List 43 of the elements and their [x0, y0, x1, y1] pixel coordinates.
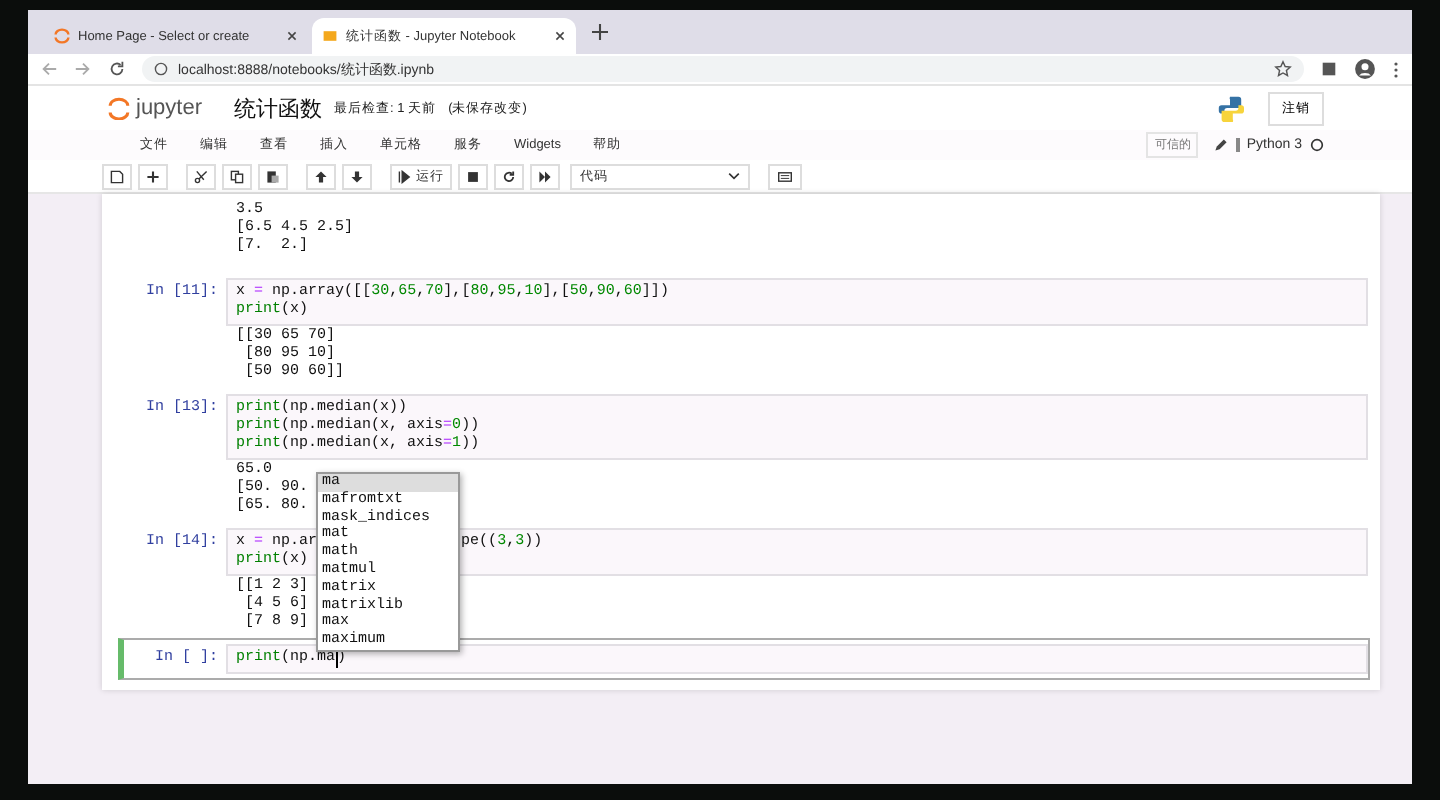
paste-button[interactable]	[258, 163, 288, 189]
reload-icon	[502, 169, 516, 183]
copy-icon	[230, 169, 244, 183]
step-icon	[398, 169, 412, 183]
move-down-button[interactable]	[342, 163, 372, 189]
move-up-button[interactable]	[306, 163, 336, 189]
plus-icon	[146, 169, 160, 183]
tab-favicon-icon	[322, 28, 338, 44]
plus-icon	[592, 24, 608, 40]
jupyter-logo-icon	[108, 96, 130, 120]
back-icon	[40, 60, 58, 78]
chevron-down-icon	[728, 170, 740, 182]
kernel-idle-icon	[1310, 138, 1324, 152]
reload-icon	[108, 60, 126, 78]
save-button[interactable]	[102, 163, 132, 189]
stop-button[interactable]	[458, 163, 488, 189]
stop-icon	[466, 169, 480, 183]
more-icon	[1392, 59, 1400, 79]
save-icon	[110, 169, 124, 183]
arrow-down-icon	[350, 169, 364, 183]
close-icon	[554, 30, 566, 42]
info-icon	[154, 62, 168, 76]
clipboard-icon	[266, 169, 280, 183]
keyboard-icon	[776, 169, 794, 183]
python-logo-icon	[1216, 94, 1244, 122]
arrow-up-icon	[314, 169, 328, 183]
copy-button[interactable]	[222, 163, 252, 189]
command-palette-button[interactable]	[768, 163, 802, 189]
fast-forward-icon	[538, 169, 552, 183]
run-all-button[interactable]	[530, 163, 560, 189]
restart-button[interactable]	[494, 163, 524, 189]
extension-icon	[1320, 60, 1338, 78]
tab-favicon-icon	[54, 28, 70, 44]
star-icon	[1274, 60, 1292, 78]
forward-icon	[74, 60, 92, 78]
pencil-icon	[1214, 138, 1229, 152]
insert-cell-button[interactable]	[138, 163, 168, 189]
logo-text: jupyter	[136, 96, 203, 120]
close-icon	[286, 30, 298, 42]
notebook-title[interactable]: 统计函数	[234, 93, 323, 123]
scissors-icon	[194, 169, 208, 183]
cut-button[interactable]	[186, 163, 216, 189]
new-tab-icon[interactable]	[592, 18, 608, 46]
